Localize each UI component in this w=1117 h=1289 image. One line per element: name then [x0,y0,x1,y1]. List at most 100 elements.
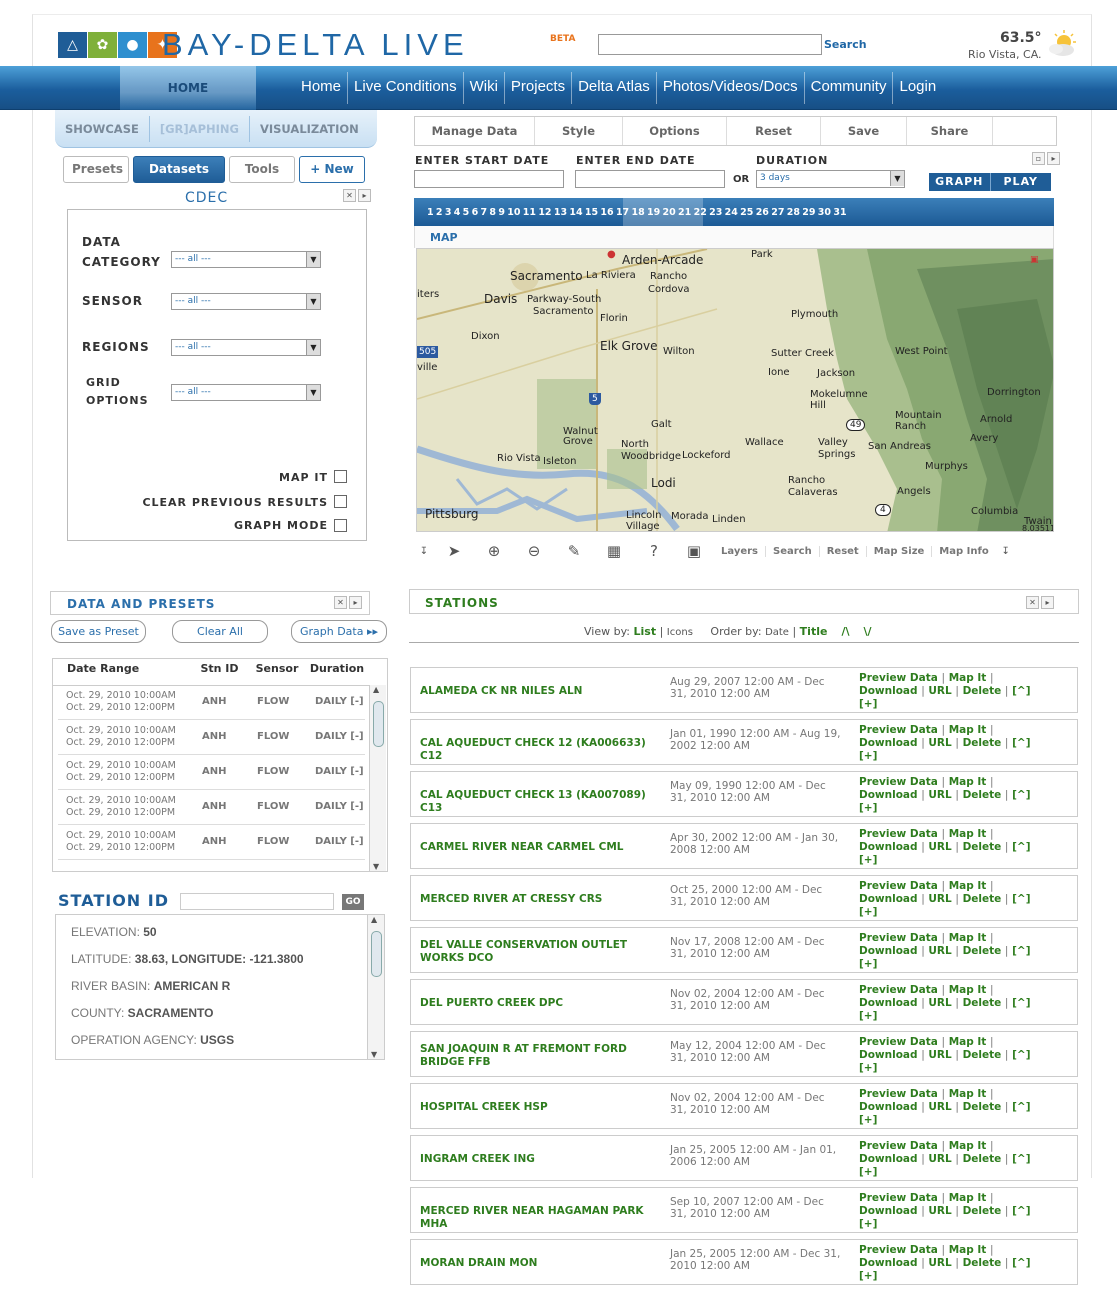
expand-icon[interactable]: ▸ [349,596,362,609]
table-row[interactable]: Oct. 29, 2010 10:00AM Oct. 29, 2010 12:00… [58,756,365,790]
collapse-icon[interactable]: ▫ [1032,152,1045,165]
close-icon[interactable]: ✕ [1026,596,1039,609]
save-preset-button[interactable]: Save as Preset [51,620,146,643]
grid-options-select[interactable]: --- all --- ▼ [171,384,321,401]
tab-tools[interactable]: Tools [229,156,295,183]
zoom-out-icon[interactable]: ⊖ [514,542,554,560]
graph-button[interactable]: GRAPH [929,173,991,191]
end-date-input[interactable] [575,170,725,188]
expand-icon[interactable]: ▸ [358,189,371,202]
expand-link[interactable]: [+] [859,1114,877,1126]
expand-link[interactable]: [+] [859,906,877,918]
map-marker-icon[interactable]: ● [607,249,616,260]
nav-item-3[interactable]: Projects [505,72,573,104]
map-fullscreen-icon[interactable]: ▣ [1030,255,1040,265]
expand-arrows-icon[interactable]: ↧ [996,546,1016,557]
duration-cell[interactable]: DAILY [-] [315,731,364,742]
station-name[interactable]: HOSPITAL CREEK HSP [420,1101,665,1114]
url-link[interactable]: URL [928,1205,951,1217]
download-link[interactable]: Download [859,841,918,853]
download-link[interactable]: Download [859,685,918,697]
preview-data-link[interactable]: Preview Data [859,1192,938,1204]
download-link[interactable]: Download [859,945,918,957]
station-name[interactable]: DEL PUERTO CREEK DPC [420,997,665,1010]
map-it-link[interactable]: Map It [949,1088,987,1100]
preview-data-link[interactable]: Preview Data [859,724,938,736]
expand-link[interactable]: [+] [859,854,877,866]
subtab-1[interactable]: [GR]APHING [150,115,250,142]
subtab-0[interactable]: SHOWCASE [55,115,150,142]
toolbar-item-5[interactable]: Share [907,117,993,145]
toolbar-item-2[interactable]: Options [623,117,727,145]
delete-link[interactable]: Delete [963,1257,1002,1269]
expand-link[interactable]: [+] [859,1062,877,1074]
nav-item-2[interactable]: Wiki [464,72,505,104]
duration-cell[interactable]: DAILY [-] [315,766,364,777]
url-link[interactable]: URL [928,1257,951,1269]
station-name[interactable]: CAL AQUEDUCT CHECK 13 (KA007089) C13 [420,789,665,815]
download-link[interactable]: Download [859,737,918,749]
url-link[interactable]: URL [928,737,951,749]
move-up-link[interactable]: [^] [1012,1153,1030,1165]
site-search-input[interactable] [598,34,822,55]
clear-all-button[interactable]: Clear All [172,620,268,643]
delete-link[interactable]: Delete [963,1153,1002,1165]
delete-link[interactable]: Delete [963,997,1002,1009]
map-tool-reset[interactable]: Reset [820,545,867,557]
expand-link[interactable]: [+] [859,698,877,710]
move-up-link[interactable]: [^] [1012,737,1030,749]
map-tool-layers[interactable]: Layers [714,545,766,557]
view-icons-link[interactable]: Icons [667,627,693,638]
nav-item-1[interactable]: Live Conditions [348,72,464,104]
tab-presets[interactable]: Presets [63,156,129,183]
duration-cell[interactable]: DAILY [-] [315,836,364,847]
station-id-input[interactable] [180,893,334,910]
nav-active-home[interactable]: HOME [160,81,216,95]
sort-desc-link[interactable]: \/ [863,625,871,638]
toolbar-item-0[interactable]: Manage Data [415,117,535,145]
regions-select[interactable]: --- all --- ▼ [171,339,321,356]
station-name[interactable]: SAN JOAQUIN R AT FREMONT FORD BRIDGE FFB [420,1043,665,1069]
url-link[interactable]: URL [928,1049,951,1061]
url-link[interactable]: URL [928,1153,951,1165]
map-it-link[interactable]: Map It [949,932,987,944]
help-icon[interactable]: ? [634,542,674,560]
table-row[interactable]: Oct. 29, 2010 10:00AM Oct. 29, 2010 12:00… [58,686,365,720]
order-title-link[interactable]: Title [800,625,828,638]
map-it-checkbox[interactable] [334,470,347,483]
delete-link[interactable]: Delete [963,1101,1002,1113]
delete-link[interactable]: Delete [963,1205,1002,1217]
delete-link[interactable]: Delete [963,1049,1002,1061]
scroll-down-icon[interactable]: ▼ [371,1050,377,1059]
download-link[interactable]: Download [859,1205,918,1217]
url-link[interactable]: URL [928,1101,951,1113]
pencil-icon[interactable]: ✎ [554,542,594,560]
toolbar-item-4[interactable]: Save [821,117,907,145]
download-link[interactable]: Download [859,893,918,905]
map-tool-search[interactable]: Search [766,545,820,557]
preview-data-link[interactable]: Preview Data [859,984,938,996]
map-it-link[interactable]: Map It [949,984,987,996]
download-link[interactable]: Download [859,1257,918,1269]
move-up-link[interactable]: [^] [1012,1257,1030,1269]
map-it-link[interactable]: Map It [949,1192,987,1204]
expand-link[interactable]: [+] [859,802,877,814]
graph-data-button[interactable]: Graph Data ▸▸ [291,620,387,643]
expand-icon[interactable]: ▸ [1041,596,1054,609]
nav-item-7[interactable]: Login [893,72,942,104]
sort-asc-link[interactable]: /\ [841,625,849,638]
map-it-link[interactable]: Map It [949,880,987,892]
clear-previous-checkbox[interactable] [334,495,347,508]
move-up-link[interactable]: [^] [1012,1205,1030,1217]
site-title[interactable]: BAY-DELTA LIVE [162,27,469,63]
play-button[interactable]: PLAY [991,173,1052,191]
map-it-link[interactable]: Map It [949,1140,987,1152]
expand-link[interactable]: [+] [859,1218,877,1230]
nav-item-4[interactable]: Delta Atlas [572,72,657,104]
ruler-icon[interactable]: ▦ [594,542,634,560]
download-link[interactable]: Download [859,1049,918,1061]
expand-link[interactable]: [+] [859,1270,877,1282]
download-link[interactable]: Download [859,1153,918,1165]
preview-data-link[interactable]: Preview Data [859,932,938,944]
toolbar-item-1[interactable]: Style [535,117,623,145]
